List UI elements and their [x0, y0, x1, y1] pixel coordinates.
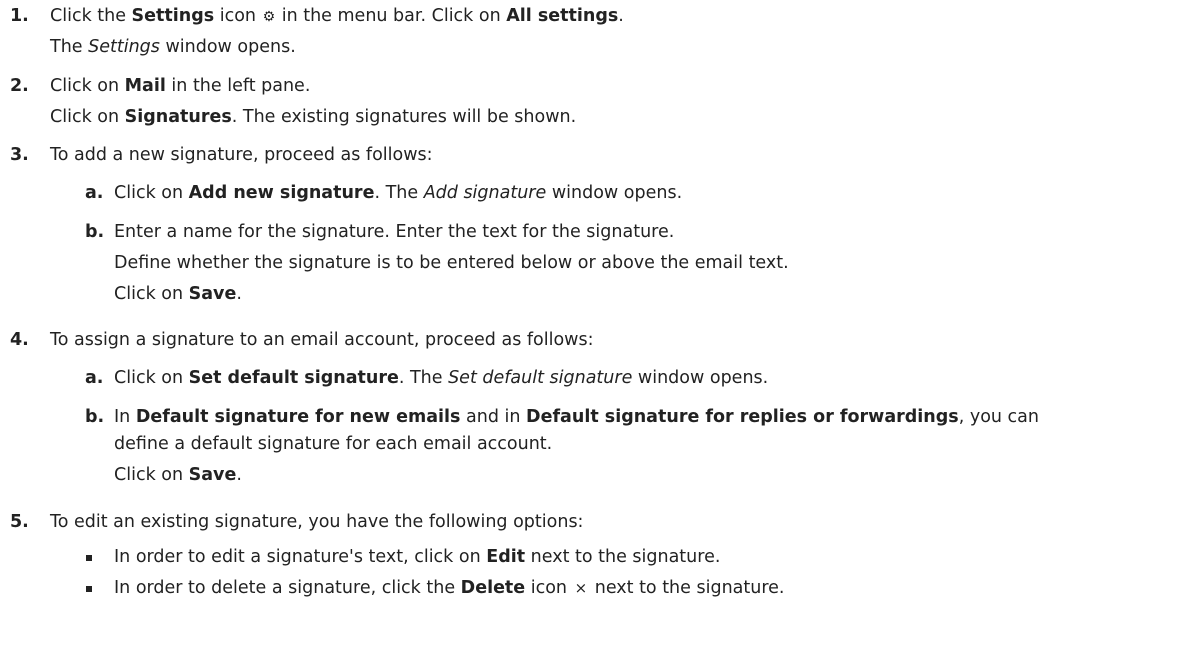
substep-text: Click on Set default signature. The Set … [114, 368, 769, 388]
step-number: 1. [10, 6, 29, 26]
substep-letter: a. [85, 368, 104, 388]
substep-letter: b. [85, 222, 105, 242]
substep-text: Enter a name for the signature. Enter th… [114, 222, 675, 242]
gear-icon: ⚙ [262, 9, 276, 25]
step-text: To assign a signature to an email accoun… [50, 330, 594, 350]
step-text: The Settings window opens. [50, 37, 296, 57]
close-icon: × [574, 579, 588, 597]
step-text: Click the Settings icon ⚙ in the menu ba… [50, 6, 624, 26]
substep-text: Click on Add new signature. The Add sign… [114, 183, 683, 203]
substep-text: Define whether the signature is to be en… [114, 253, 789, 273]
step-text: To edit an existing signature, you have … [50, 512, 584, 532]
bullet-text: In order to delete a signature, click th… [114, 578, 785, 598]
substep-text: Click on Save. [114, 465, 242, 485]
step-text: Click on Mail in the left pane. [50, 76, 311, 96]
substep-letter: a. [85, 183, 104, 203]
step-text: To add a new signature, proceed as follo… [50, 145, 433, 165]
bullet-marker [85, 576, 99, 600]
substep-text: define a default signature for each emai… [114, 434, 553, 454]
step-text: Click on Signatures. The existing signat… [50, 107, 577, 127]
instructions-document: 1. Click the Settings icon ⚙ in the menu… [0, 0, 1202, 656]
bullet-marker [85, 545, 99, 569]
bullet-text: In order to edit a signature's text, cli… [114, 547, 721, 567]
step-number: 4. [10, 330, 29, 350]
step-number: 2. [10, 76, 29, 96]
substep-letter: b. [85, 407, 105, 427]
step-number: 3. [10, 145, 29, 165]
substep-text: Click on Save. [114, 284, 242, 304]
substep-text: In Default signature for new emails and … [114, 407, 1039, 427]
step-number: 5. [10, 512, 29, 532]
